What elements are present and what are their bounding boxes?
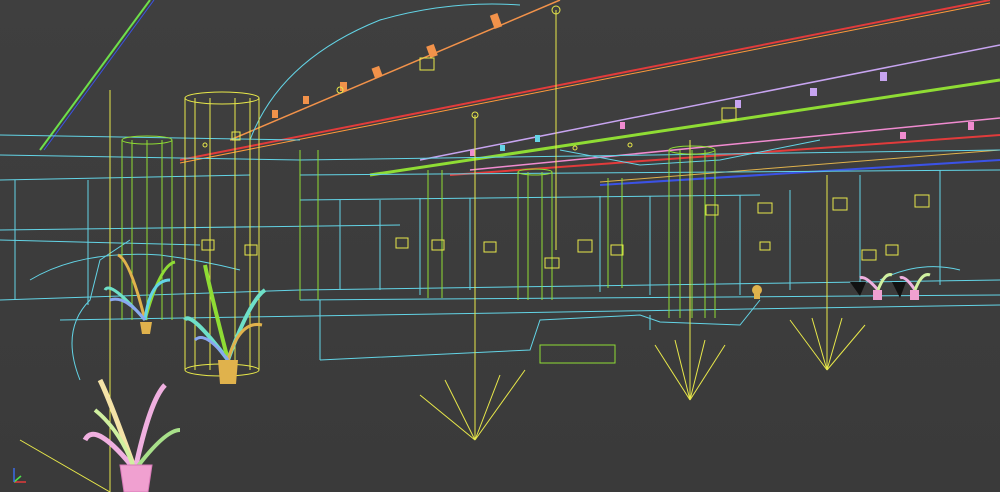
track-light-green-upper	[39, 0, 151, 151]
light-markers	[109, 5, 930, 492]
track-light-orange	[229, 0, 561, 141]
track-light-red	[179, 0, 991, 161]
axis-gizmo	[13, 468, 26, 483]
plant-foreground	[82, 378, 181, 492]
column-green-small-1	[299, 150, 623, 300]
columns	[121, 91, 716, 377]
column-green-mid	[517, 168, 553, 300]
y-axis	[13, 475, 22, 483]
plant-center	[183, 264, 267, 384]
spotlight-fixtures	[272, 13, 974, 156]
track-light-pink	[469, 117, 1000, 171]
wireframe-scene	[0, 0, 1000, 492]
track-light-lavender	[419, 44, 1000, 161]
3d-viewport[interactable]	[0, 0, 1000, 492]
box-outline	[539, 344, 616, 364]
